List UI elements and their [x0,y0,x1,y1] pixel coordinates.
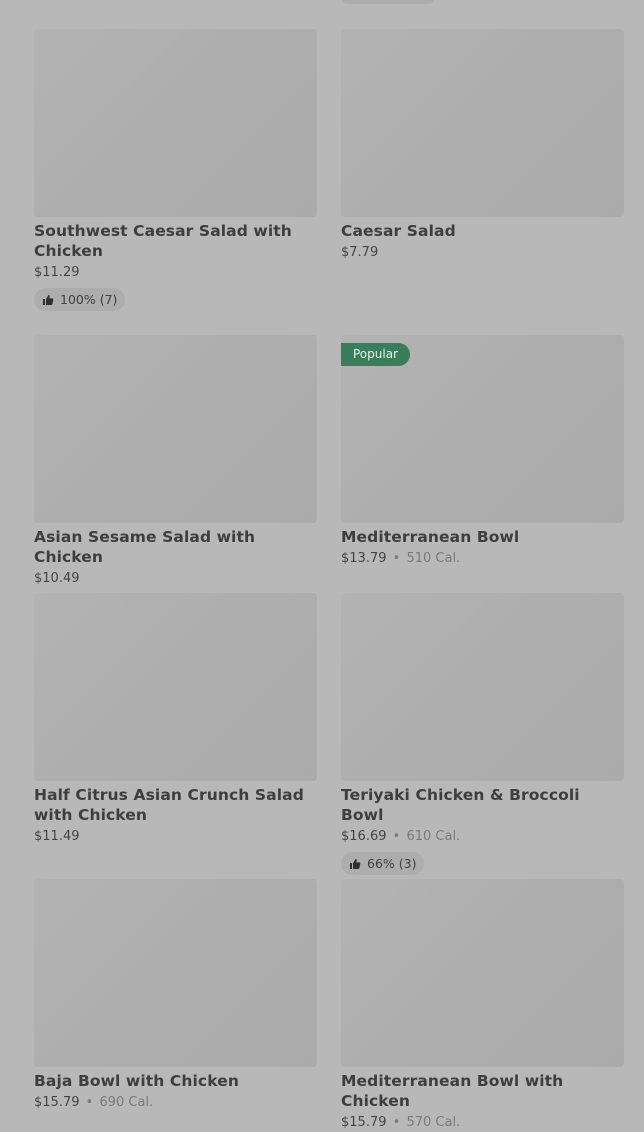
menu-item-meta: $11.29 [34,264,317,282]
menu-item-meta: $15.79 • 570 Cal. [341,1114,624,1132]
popular-badge: Popular [341,343,410,366]
menu-item-meta: $10.49 [34,570,317,588]
menu-item-price: $10.49 [34,571,80,586]
separator-dot: • [392,1115,401,1130]
separator-dot: • [392,829,401,844]
menu-item-image[interactable] [341,29,624,217]
menu-item-image[interactable] [34,879,317,1067]
menu-item-meta: $7.79 [341,244,624,262]
menu-item-calories: 510 Cal. [406,551,461,566]
menu-item-card[interactable]: Baja Bowl with Chicken $15.79 • 690 Cal. [34,879,317,1112]
menu-item-title[interactable]: Baja Bowl with Chicken [34,1071,317,1091]
menu-item-card[interactable]: Popular Mediterranean Bowl $13.79 • 510 … [341,335,624,568]
thumbs-up-icon [349,858,361,870]
menu-item-card[interactable]: Southwest Caesar Salad with Chicken $11.… [34,29,317,311]
menu-item-price: $7.79 [341,245,379,260]
rating-text: 66% (3) [367,856,417,871]
menu-item-price: $11.49 [34,829,80,844]
menu-item-meta: $11.49 [34,828,317,846]
menu-item-image[interactable] [34,335,317,523]
menu-item-meta: $15.79 • 690 Cal. [34,1094,317,1112]
menu-item-meta: $16.69 • 610 Cal. [341,828,624,846]
menu-item-price: $13.79 [341,551,387,566]
menu-item-price: $16.69 [341,829,387,844]
menu-item-title[interactable]: Asian Sesame Salad with Chicken [34,527,317,567]
menu-item-meta: $13.79 • 510 Cal. [341,550,624,568]
menu-item-title[interactable]: Caesar Salad [341,221,624,241]
menu-item-image[interactable] [34,593,317,781]
rating-text: 100% (7) [60,292,118,307]
thumbs-up-icon [42,294,54,306]
menu-item-calories: 610 Cal. [406,829,461,844]
menu-item-card[interactable]: Asian Sesame Salad with Chicken $10.49 [34,335,317,588]
menu-item-image[interactable] [341,593,624,781]
menu-item-calories: 690 Cal. [99,1095,154,1110]
menu-item-card[interactable]: Mediterranean Bowl with Chicken $15.79 •… [341,879,624,1132]
menu-item-price: $15.79 [34,1095,80,1110]
separator-dot: • [85,1095,94,1110]
menu-item-calories: 570 Cal. [406,1115,461,1130]
menu-item-card[interactable]: Caesar Salad $7.79 [341,29,624,262]
menu-item-card[interactable]: Half Citrus Asian Crunch Salad with Chic… [34,593,317,846]
separator-dot: • [392,551,401,566]
menu-item-price: $15.79 [341,1115,387,1130]
menu-item-image[interactable] [341,879,624,1067]
menu-item-title[interactable]: Southwest Caesar Salad with Chicken [34,221,317,261]
rating-badge: 100% (7) [34,288,126,311]
menu-item-title[interactable]: Teriyaki Chicken & Broccoli Bowl [341,785,624,825]
menu-item-card[interactable]: Teriyaki Chicken & Broccoli Bowl $16.69 … [341,593,624,875]
menu-item-title[interactable]: Mediterranean Bowl [341,527,624,547]
menu-item-image[interactable]: Popular [341,335,624,523]
rating-badge: 66% (3) [341,852,425,875]
menu-item-title[interactable]: Half Citrus Asian Crunch Salad with Chic… [34,785,317,825]
previous-item-pill [341,0,435,4]
menu-item-title[interactable]: Mediterranean Bowl with Chicken [341,1071,624,1111]
menu-item-price: $11.29 [34,265,80,280]
menu-item-image[interactable] [34,29,317,217]
